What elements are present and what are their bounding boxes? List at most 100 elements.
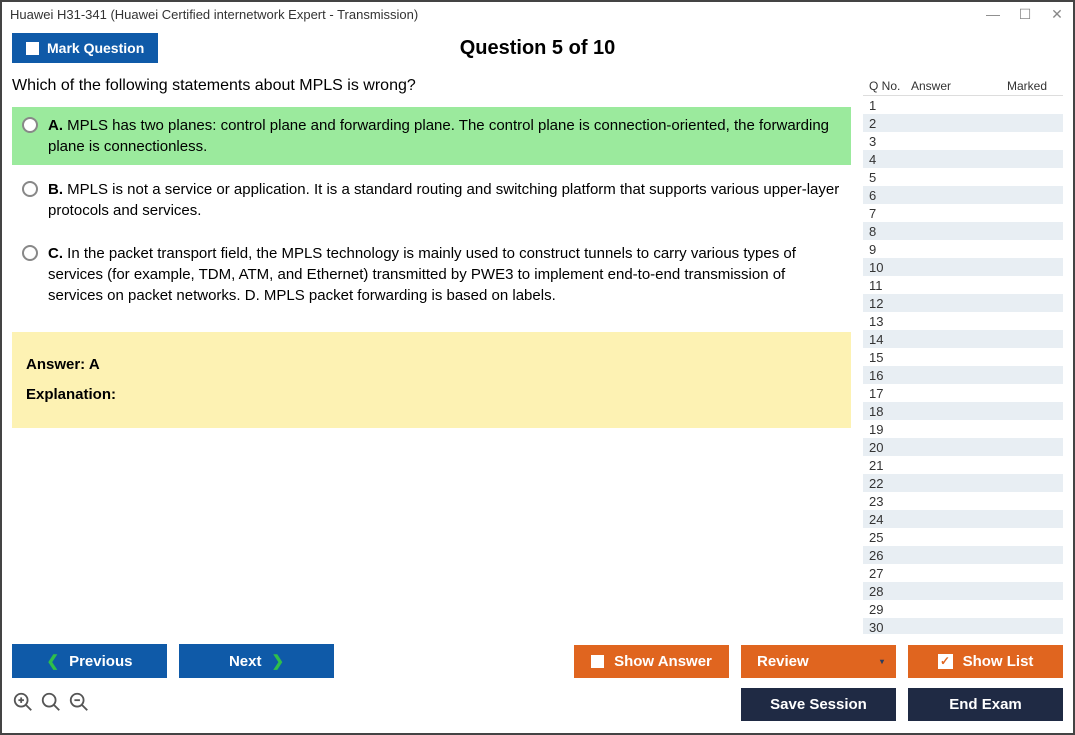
- save-session-button[interactable]: Save Session: [741, 688, 896, 721]
- option-text: B. MPLS is not a service or application.…: [48, 179, 841, 221]
- maximize-icon[interactable]: ☐: [1017, 6, 1033, 23]
- options-list: A. MPLS has two planes: control plane an…: [12, 107, 851, 314]
- answer-value: A: [89, 356, 100, 373]
- show-answer-button[interactable]: Show Answer: [574, 645, 729, 678]
- col-marked: Marked: [1007, 79, 1063, 93]
- previous-button[interactable]: ❮ Previous: [12, 644, 167, 678]
- save-session-label: Save Session: [770, 696, 867, 713]
- radio-icon: [22, 245, 38, 261]
- footer-row-1: ❮ Previous Next ❯ Show Answer Review ▾ ✓…: [12, 644, 1063, 678]
- question-list-row[interactable]: 20: [863, 438, 1063, 456]
- question-list-row[interactable]: 22: [863, 474, 1063, 492]
- radio-icon: [22, 117, 38, 133]
- question-list-row[interactable]: 7: [863, 204, 1063, 222]
- question-list-row[interactable]: 12: [863, 294, 1063, 312]
- question-number: 29: [863, 602, 911, 617]
- question-list-row[interactable]: 19: [863, 420, 1063, 438]
- question-list-row[interactable]: 26: [863, 546, 1063, 564]
- question-list-row[interactable]: 10: [863, 258, 1063, 276]
- question-list-row[interactable]: 24: [863, 510, 1063, 528]
- close-icon[interactable]: ✕: [1049, 6, 1065, 23]
- question-number: 18: [863, 404, 911, 419]
- question-list-row[interactable]: 27: [863, 564, 1063, 582]
- next-button[interactable]: Next ❯: [179, 644, 334, 678]
- question-list-row[interactable]: 9: [863, 240, 1063, 258]
- question-number: 19: [863, 422, 911, 437]
- chevron-left-icon: ❮: [47, 652, 60, 670]
- previous-label: Previous: [69, 653, 132, 670]
- main-column: Which of the following statements about …: [12, 77, 851, 634]
- answer-label: Answer:: [26, 356, 85, 373]
- question-list-row[interactable]: 1: [863, 96, 1063, 114]
- window-title: Huawei H31-341 (Huawei Certified interne…: [10, 7, 418, 22]
- question-list-row[interactable]: 5: [863, 168, 1063, 186]
- question-list-row[interactable]: 3: [863, 132, 1063, 150]
- window-controls: — ☐ ✕: [985, 6, 1065, 23]
- option-row[interactable]: C. In the packet transport field, the MP…: [12, 235, 851, 314]
- question-number: 27: [863, 566, 911, 581]
- option-text: C. In the packet transport field, the MP…: [48, 243, 841, 306]
- question-number: 30: [863, 620, 911, 635]
- question-list-panel: Q No. Answer Marked 12345678910111213141…: [863, 77, 1063, 634]
- question-number: 10: [863, 260, 911, 275]
- question-list-row[interactable]: 28: [863, 582, 1063, 600]
- question-number: 26: [863, 548, 911, 563]
- question-list-row[interactable]: 17: [863, 384, 1063, 402]
- zoom-reset-icon[interactable]: [40, 691, 62, 719]
- question-list-row[interactable]: 21: [863, 456, 1063, 474]
- question-list-row[interactable]: 2: [863, 114, 1063, 132]
- checkbox-icon: [26, 42, 39, 55]
- review-button[interactable]: Review ▾: [741, 645, 896, 678]
- question-number: 23: [863, 494, 911, 509]
- question-list-row[interactable]: 23: [863, 492, 1063, 510]
- titlebar: Huawei H31-341 (Huawei Certified interne…: [2, 2, 1073, 27]
- question-list-row[interactable]: 14: [863, 330, 1063, 348]
- mark-question-button[interactable]: Mark Question: [12, 33, 158, 63]
- question-list-row[interactable]: 8: [863, 222, 1063, 240]
- question-number: 13: [863, 314, 911, 329]
- minimize-icon[interactable]: —: [985, 6, 1001, 23]
- question-list-row[interactable]: 11: [863, 276, 1063, 294]
- question-number: 15: [863, 350, 911, 365]
- question-text: Which of the following statements about …: [12, 77, 851, 95]
- question-number: 11: [863, 278, 911, 293]
- question-list-row[interactable]: 18: [863, 402, 1063, 420]
- col-qno: Q No.: [863, 79, 911, 93]
- question-list-row[interactable]: 25: [863, 528, 1063, 546]
- question-number: 4: [863, 152, 911, 167]
- zoom-out-icon[interactable]: [68, 691, 90, 719]
- option-row[interactable]: B. MPLS is not a service or application.…: [12, 171, 851, 229]
- question-counter: Question 5 of 10: [460, 37, 616, 60]
- question-list-row[interactable]: 4: [863, 150, 1063, 168]
- question-number: 22: [863, 476, 911, 491]
- question-list-row[interactable]: 6: [863, 186, 1063, 204]
- end-exam-button[interactable]: End Exam: [908, 688, 1063, 721]
- chevron-right-icon: ❯: [271, 652, 284, 670]
- question-list-row[interactable]: 30: [863, 618, 1063, 634]
- explanation-label: Explanation:: [26, 386, 116, 403]
- review-label: Review: [757, 653, 809, 670]
- question-number: 20: [863, 440, 911, 455]
- zoom-controls: [12, 691, 90, 719]
- end-exam-label: End Exam: [949, 696, 1022, 713]
- question-number: 17: [863, 386, 911, 401]
- question-list-row[interactable]: 16: [863, 366, 1063, 384]
- footer: ❮ Previous Next ❯ Show Answer Review ▾ ✓…: [2, 634, 1073, 733]
- show-list-label: Show List: [963, 653, 1034, 670]
- question-number: 25: [863, 530, 911, 545]
- col-answer: Answer: [911, 79, 1007, 93]
- question-number: 6: [863, 188, 911, 203]
- zoom-in-icon[interactable]: [12, 691, 34, 719]
- question-list[interactable]: 1234567891011121314151617181920212223242…: [863, 95, 1063, 634]
- question-list-row[interactable]: 29: [863, 600, 1063, 618]
- question-list-header: Q No. Answer Marked: [863, 77, 1063, 95]
- mark-question-label: Mark Question: [47, 40, 144, 56]
- question-number: 24: [863, 512, 911, 527]
- question-list-row[interactable]: 15: [863, 348, 1063, 366]
- question-list-row[interactable]: 13: [863, 312, 1063, 330]
- show-list-button[interactable]: ✓ Show List: [908, 645, 1063, 678]
- footer-row-2: Save Session End Exam: [12, 688, 1063, 721]
- option-row[interactable]: A. MPLS has two planes: control plane an…: [12, 107, 851, 165]
- question-number: 2: [863, 116, 911, 131]
- next-label: Next: [229, 653, 262, 670]
